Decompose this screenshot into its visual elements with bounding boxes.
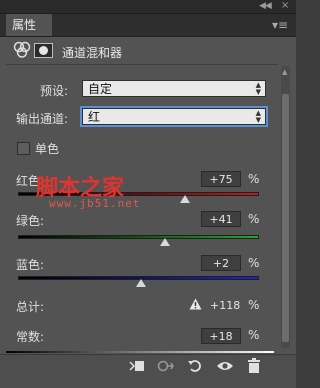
layer-mask-icon[interactable] (34, 43, 53, 58)
scrollbar-thumb[interactable] (282, 94, 289, 342)
output-channel-label: 输出通道: (16, 112, 69, 126)
green-slider-handle[interactable] (160, 238, 170, 246)
select-arrows-icon: ▲ ▼ (255, 109, 261, 124)
vertical-scrollbar[interactable]: ▲ (281, 66, 290, 348)
preset-label: 预设: (40, 84, 69, 98)
blue-slider-handle[interactable] (136, 279, 146, 287)
blue-label: 蓝色: (16, 258, 45, 272)
channel-mixer-icon (13, 41, 31, 58)
blue-percent-label: % (248, 256, 260, 270)
select-arrows-icon: ▲ ▼ (255, 81, 261, 96)
tab-properties[interactable]: 属性 (6, 14, 52, 36)
watermark-url: www.jb51.net (49, 197, 141, 210)
monochrome-label: 单色 (35, 142, 60, 156)
clip-to-layer-icon[interactable] (129, 359, 145, 373)
green-slider-track[interactable] (18, 235, 259, 239)
panel-title: 通道混和器 (62, 46, 123, 60)
warning-icon (189, 298, 202, 310)
preset-select[interactable]: 自定 ▲ ▼ (82, 80, 266, 97)
constant-slider-track[interactable] (6, 351, 274, 353)
output-channel-select[interactable]: 红 ▲ ▼ (80, 106, 268, 127)
reset-icon[interactable] (187, 358, 203, 374)
title-bar: ◀◀ × (0, 0, 296, 14)
panel-menu-icon[interactable]: ▾≡ (272, 18, 288, 32)
blue-value-input[interactable]: +2 (201, 255, 241, 271)
view-previous-state-icon[interactable] (156, 359, 176, 373)
close-icon[interactable]: × (281, 0, 289, 11)
total-percent-label: % (248, 298, 260, 312)
red-slider-handle[interactable] (180, 195, 190, 203)
total-label: 总计: (16, 300, 45, 314)
green-label: 绿色: (16, 214, 45, 228)
scroll-up-icon[interactable]: ▲ (282, 68, 287, 76)
constant-label: 常数: (16, 330, 45, 344)
collapse-panel-icon[interactable]: ◀◀ (259, 1, 272, 11)
preset-value: 自定 (88, 82, 113, 96)
total-value: +118 (210, 299, 241, 312)
divider (6, 64, 278, 65)
red-value-input[interactable]: +75 (201, 171, 241, 187)
red-percent-label: % (248, 172, 260, 186)
delete-trash-icon[interactable] (247, 358, 261, 374)
green-value-input[interactable]: +41 (201, 211, 241, 227)
constant-percent-label: % (248, 328, 260, 342)
visibility-eye-icon[interactable] (216, 360, 234, 372)
output-channel-value: 红 (88, 110, 101, 124)
monochrome-checkbox[interactable] (17, 142, 30, 155)
constant-value-input[interactable]: +18 (201, 328, 241, 344)
green-percent-label: % (248, 212, 260, 226)
tab-row: 属性 ▾≡ (0, 14, 296, 37)
